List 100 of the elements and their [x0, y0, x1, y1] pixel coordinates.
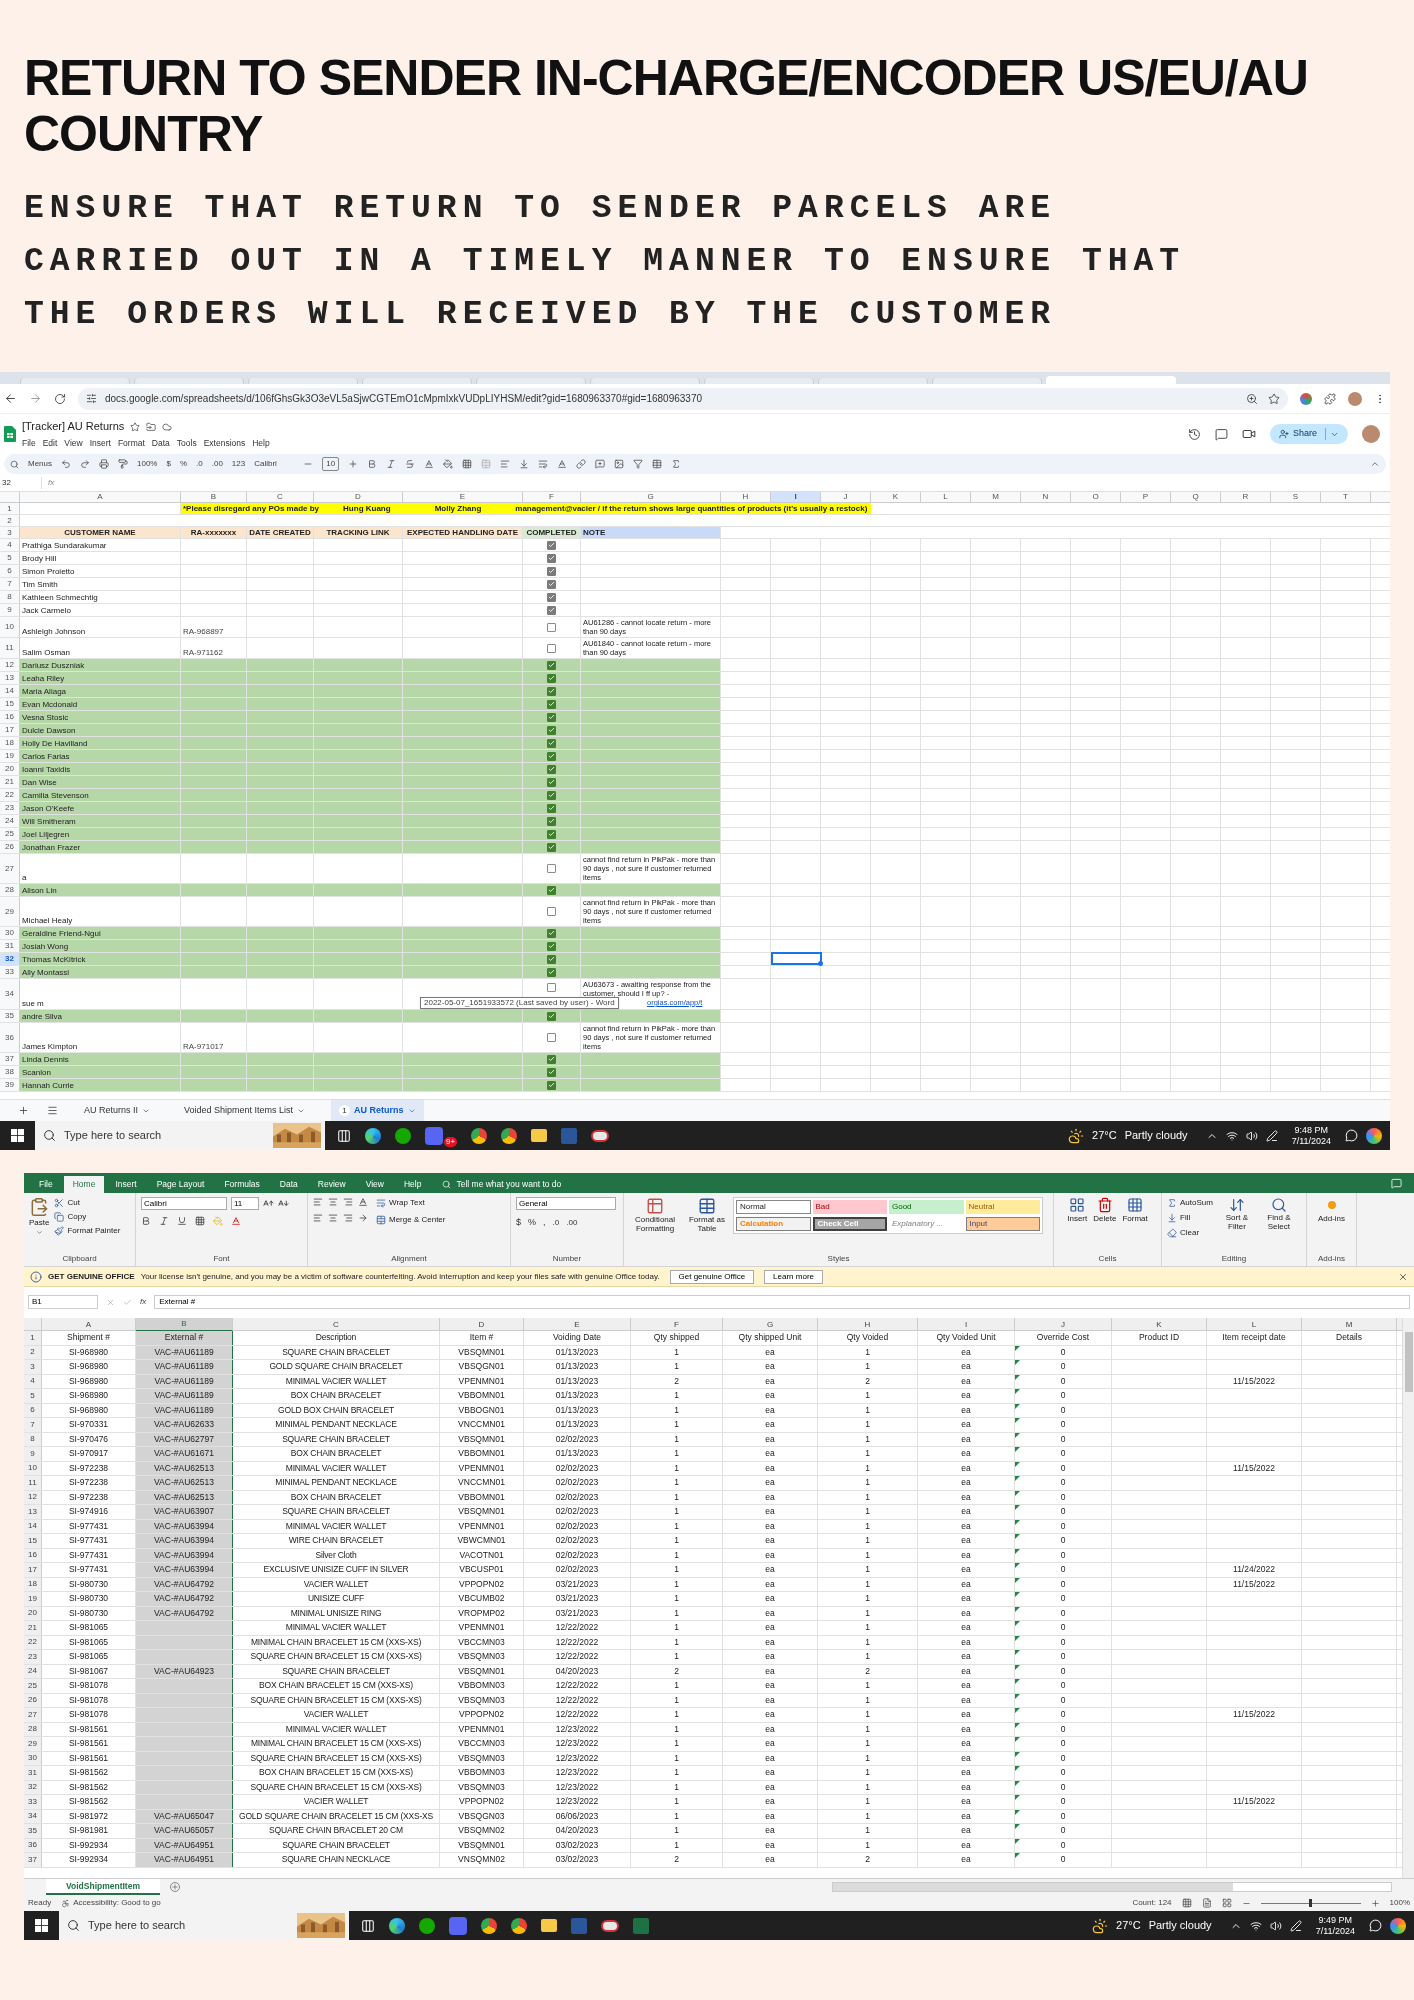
row-number[interactable]: 35: [0, 1010, 20, 1022]
row-number[interactable]: 37: [0, 1053, 20, 1065]
row-number[interactable]: 27: [0, 854, 20, 883]
column-header[interactable]: B: [136, 1318, 233, 1332]
ribbon-tab[interactable]: Home: [63, 1176, 105, 1193]
search-field[interactable]: Type here to search: [88, 1917, 248, 1934]
add-sheet-icon[interactable]: [170, 1882, 180, 1892]
row-number[interactable]: 3: [0, 527, 20, 538]
notification-icon[interactable]: [1345, 1129, 1358, 1142]
menu-item[interactable]: Extensions: [203, 436, 246, 450]
ribbon-tab[interactable]: Formulas: [215, 1176, 269, 1193]
insert-image-icon[interactable]: [614, 459, 625, 469]
checkbox[interactable]: [547, 738, 556, 748]
column-header[interactable]: G: [723, 1318, 818, 1332]
checkbox[interactable]: [547, 553, 556, 563]
row-number[interactable]: 36: [0, 1023, 20, 1052]
undo-icon[interactable]: [61, 459, 71, 469]
merge-center-button[interactable]: Merge & Center: [389, 1214, 446, 1226]
shrink-font-icon[interactable]: [278, 1198, 289, 1209]
percent-format[interactable]: %: [179, 458, 188, 470]
cell-style[interactable]: Input: [965, 1217, 1040, 1231]
column-header[interactable]: K: [871, 492, 921, 502]
font-size-select[interactable]: 11: [231, 1197, 259, 1210]
checkbox[interactable]: [547, 816, 556, 826]
volume-icon[interactable]: [1269, 1919, 1282, 1932]
menu-item[interactable]: Insert: [89, 436, 111, 450]
page-break-icon[interactable]: [1221, 1898, 1232, 1908]
column-header[interactable]: B: [181, 492, 247, 502]
sort-filter-button[interactable]: Sort & Filter: [1220, 1213, 1253, 1231]
ribbon-tab[interactable]: Page Layout: [147, 1176, 214, 1193]
checkbox[interactable]: [547, 777, 556, 787]
increase-decimal[interactable]: .00: [211, 458, 223, 470]
checkbox[interactable]: [547, 622, 556, 632]
volume-icon[interactable]: [1245, 1129, 1258, 1142]
checkbox[interactable]: [547, 660, 556, 670]
sort-icon[interactable]: [1228, 1197, 1245, 1213]
avatar-icon[interactable]: [1362, 425, 1380, 443]
zoom-icon[interactable]: [1246, 392, 1258, 405]
column-header[interactable]: E: [403, 492, 523, 502]
paste-button[interactable]: Paste: [29, 1217, 50, 1229]
message-button[interactable]: Get genuine Office: [669, 1269, 755, 1284]
row-number[interactable]: 37: [24, 1853, 42, 1867]
cells-button[interactable]: Insert: [1067, 1213, 1088, 1225]
row-number[interactable]: 5: [0, 552, 20, 564]
currency-format[interactable]: $: [166, 458, 171, 470]
search-icon[interactable]: [1270, 1197, 1287, 1213]
star-icon[interactable]: [130, 421, 141, 432]
ribbon-tab[interactable]: View: [356, 1176, 393, 1193]
fill-down-icon[interactable]: [1167, 1213, 1177, 1223]
column-header[interactable]: C: [247, 492, 314, 502]
message-button[interactable]: Learn more: [764, 1269, 824, 1284]
cell-style[interactable]: Normal: [736, 1200, 811, 1214]
extension-icon[interactable]: [1300, 392, 1312, 405]
checkbox[interactable]: [547, 967, 556, 977]
row-number[interactable]: 3: [24, 1360, 42, 1374]
browser-icon[interactable]: [389, 1917, 405, 1934]
bookmark-icon[interactable]: [1268, 392, 1280, 405]
zoom-slider-thumb[interactable]: [1309, 1899, 1313, 1907]
row-number[interactable]: 11: [24, 1476, 42, 1490]
checkbox[interactable]: [547, 941, 556, 951]
checkbox[interactable]: [547, 579, 556, 589]
sheet-tab[interactable]: AU Returns II: [76, 1100, 159, 1121]
checkbox[interactable]: [547, 885, 556, 895]
cells-button[interactable]: Format: [1122, 1213, 1148, 1225]
accessibility-status[interactable]: Accessibility: Good to go: [73, 1897, 161, 1909]
number-format-button[interactable]: ,: [543, 1216, 546, 1230]
zoom-level[interactable]: 100%: [1389, 1897, 1410, 1909]
row-number[interactable]: 33: [24, 1795, 42, 1809]
row-number[interactable]: 18: [0, 737, 20, 749]
task-view-icon[interactable]: [337, 1128, 351, 1143]
close-icon[interactable]: [1398, 1271, 1408, 1282]
tell-me-search[interactable]: Tell me what you want to do: [456, 1178, 562, 1191]
row-number[interactable]: 17: [24, 1563, 42, 1577]
column-header[interactable]: J: [1015, 1318, 1112, 1332]
browser-icon[interactable]: [511, 1917, 527, 1934]
checkbox[interactable]: [547, 829, 556, 839]
fill-color-icon[interactable]: [213, 1216, 223, 1226]
pen-icon[interactable]: [1265, 1129, 1278, 1142]
column-header[interactable]: S: [1271, 492, 1321, 502]
row-number[interactable]: 31: [0, 940, 20, 952]
row-number[interactable]: 21: [0, 776, 20, 788]
url-text[interactable]: docs.google.com/spreadsheets/d/106fGhsGk3O3eVL5aSjwCGTEmO1cMpmIxkVUDpLIYHSM/edit?gid=1680963370#gid=1680963370: [105, 391, 703, 406]
row-number[interactable]: 25: [24, 1679, 42, 1693]
sheet-tab[interactable]: VoidShipmentItem: [46, 1879, 160, 1895]
eraser-icon[interactable]: [1167, 1228, 1177, 1238]
formula-field[interactable]: External #: [154, 1295, 1410, 1309]
checkbox[interactable]: [547, 864, 556, 873]
weather-icon[interactable]: [1092, 1917, 1109, 1934]
checkbox[interactable]: [547, 540, 556, 550]
row-number[interactable]: 27: [24, 1708, 42, 1722]
column-header[interactable]: N: [1021, 492, 1071, 502]
format-icon[interactable]: [1127, 1197, 1144, 1213]
document-icon[interactable]: [561, 1127, 578, 1144]
checkbox[interactable]: [547, 643, 556, 653]
column-header[interactable]: F: [523, 492, 581, 502]
chat-app-icon[interactable]: [449, 1916, 467, 1935]
column-header[interactable]: L: [921, 492, 971, 502]
back-icon[interactable]: [4, 392, 17, 405]
row-number[interactable]: 6: [0, 565, 20, 577]
row-number[interactable]: 12: [0, 659, 20, 671]
